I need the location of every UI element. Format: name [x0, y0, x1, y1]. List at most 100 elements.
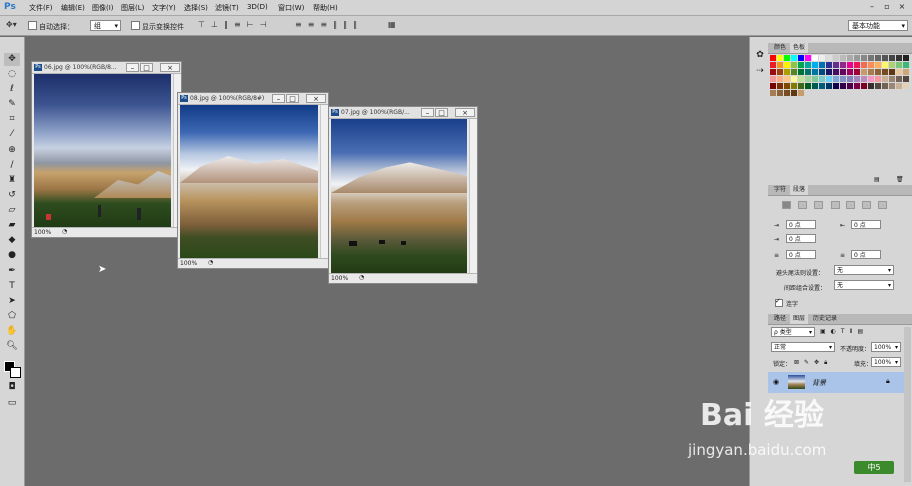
zoom-level[interactable]: 100%	[180, 260, 197, 267]
color-swatch[interactable]	[784, 62, 790, 68]
color-swatch[interactable]	[903, 76, 909, 82]
indent-left-input[interactable]: 0 点	[786, 220, 816, 229]
vertical-scrollbar[interactable]	[320, 105, 328, 259]
color-swatch[interactable]	[861, 76, 867, 82]
hand-tool-icon[interactable]: ✋	[4, 325, 20, 338]
color-swatch[interactable]	[882, 69, 888, 75]
color-swatch[interactable]	[805, 76, 811, 82]
color-swatch[interactable]	[784, 83, 790, 89]
color-swatch[interactable]	[854, 69, 860, 75]
color-swatch[interactable]	[833, 83, 839, 89]
eyedropper-tool-icon[interactable]: ⁄	[4, 128, 20, 141]
trash-icon[interactable]: 🗑︎	[896, 176, 904, 183]
healing-tool-icon[interactable]: ⊕	[4, 144, 20, 157]
dodge-tool-icon[interactable]: ●	[4, 249, 20, 262]
fill-input[interactable]: 100% ▾	[871, 357, 901, 367]
path-select-tool-icon[interactable]: ➤	[4, 295, 20, 308]
workspace-dropdown[interactable]: 基本功能 ▾	[848, 20, 908, 31]
show-transform-checkbox[interactable]	[131, 21, 140, 30]
color-swatch[interactable]	[854, 83, 860, 89]
menu-window[interactable]: 窗口(W)	[278, 3, 304, 13]
auto-select-checkbox[interactable]	[28, 21, 37, 30]
color-swatch[interactable]	[777, 83, 783, 89]
color-swatch[interactable]	[798, 83, 804, 89]
zoom-level[interactable]: 100%	[34, 229, 51, 236]
color-swatch[interactable]	[868, 83, 874, 89]
blur-tool-icon[interactable]: ◆	[4, 234, 20, 247]
color-swatch[interactable]	[826, 83, 832, 89]
menu-help[interactable]: 帮助(H)	[313, 3, 338, 13]
photo-canvas-07[interactable]	[331, 119, 467, 274]
move-tool-preset-icon[interactable]: ✥▾	[6, 20, 17, 30]
color-swatch[interactable]	[805, 69, 811, 75]
brush-tool-icon[interactable]: ∕	[4, 159, 20, 172]
color-swatch[interactable]	[805, 55, 811, 61]
color-swatch[interactable]	[868, 76, 874, 82]
color-swatch[interactable]	[896, 83, 902, 89]
auto-align-icon[interactable]: ▦	[388, 20, 396, 30]
app-minimize-button[interactable]: –	[866, 2, 878, 12]
color-swatch[interactable]	[819, 83, 825, 89]
color-swatch[interactable]	[770, 76, 776, 82]
screen-mode-icon[interactable]: ▭	[4, 397, 20, 410]
opacity-input[interactable]: 100% ▾	[871, 342, 901, 352]
color-swatch[interactable]	[826, 55, 832, 61]
color-swatch[interactable]	[770, 83, 776, 89]
tab-paragraph[interactable]: 段落	[790, 185, 809, 195]
stamp-tool-icon[interactable]: ♜	[4, 174, 20, 187]
color-swatch[interactable]	[861, 55, 867, 61]
tab-paths[interactable]: 路径	[771, 314, 789, 324]
color-swatch[interactable]	[875, 62, 881, 68]
justify-left-button[interactable]	[831, 201, 840, 209]
color-swatch[interactable]	[875, 83, 881, 89]
color-swatch[interactable]	[903, 83, 909, 89]
color-swatch[interactable]	[847, 69, 853, 75]
layer-name[interactable]: 背景	[812, 378, 826, 388]
color-swatch[interactable]	[770, 90, 776, 96]
color-swatch[interactable]	[840, 83, 846, 89]
vertical-scrollbar[interactable]	[469, 119, 477, 274]
color-swatch[interactable]	[861, 83, 867, 89]
document-window-06[interactable]: Ps 06.jpg @ 100%(RGB/8... – □ × 100% ◔	[31, 61, 182, 238]
color-swatch[interactable]	[805, 62, 811, 68]
lock-icons[interactable]: ⊠✎✥🔒︎	[794, 359, 832, 367]
color-swatch[interactable]	[833, 62, 839, 68]
doc-maximize-button[interactable]: □	[286, 94, 299, 103]
color-swatch[interactable]	[812, 69, 818, 75]
lasso-tool-icon[interactable]: ℓ	[4, 83, 20, 96]
color-swatch[interactable]	[868, 69, 874, 75]
color-swatch[interactable]	[826, 76, 832, 82]
color-swatch[interactable]	[833, 55, 839, 61]
color-swatch[interactable]	[784, 69, 790, 75]
color-swatch[interactable]	[777, 90, 783, 96]
color-swatch[interactable]	[798, 62, 804, 68]
tab-swatches[interactable]: 色板	[790, 43, 809, 53]
tab-character[interactable]: 字符	[771, 185, 789, 195]
color-swatch[interactable]	[840, 76, 846, 82]
tab-history[interactable]: 历史记录	[810, 314, 840, 324]
align-center-button[interactable]	[798, 201, 807, 209]
color-swatch[interactable]	[889, 76, 895, 82]
color-swatch[interactable]	[903, 62, 909, 68]
color-swatch[interactable]	[889, 83, 895, 89]
history-brush-icon[interactable]: ↺	[4, 189, 20, 202]
color-swatch[interactable]	[819, 55, 825, 61]
color-swatch[interactable]	[847, 62, 853, 68]
layers-scrollbar[interactable]	[904, 327, 911, 482]
color-swatch[interactable]	[819, 69, 825, 75]
status-arrow-icon[interactable]: ◔	[208, 259, 213, 266]
color-swatch[interactable]	[861, 62, 867, 68]
shape-tool-icon[interactable]: ⬠	[4, 310, 20, 323]
color-swatch[interactable]	[784, 90, 790, 96]
color-swatch[interactable]	[854, 55, 860, 61]
color-swatch[interactable]	[889, 55, 895, 61]
menu-type[interactable]: 文字(Y)	[152, 3, 176, 13]
color-swatch[interactable]	[868, 62, 874, 68]
color-swatch[interactable]	[826, 62, 832, 68]
align-left-button[interactable]	[782, 201, 791, 209]
doc-minimize-button[interactable]: –	[272, 94, 285, 103]
color-swatch[interactable]	[875, 76, 881, 82]
color-swatch[interactable]	[826, 69, 832, 75]
color-swatch[interactable]	[798, 90, 804, 96]
tool-presets-icon[interactable]: ⇢	[752, 65, 768, 78]
